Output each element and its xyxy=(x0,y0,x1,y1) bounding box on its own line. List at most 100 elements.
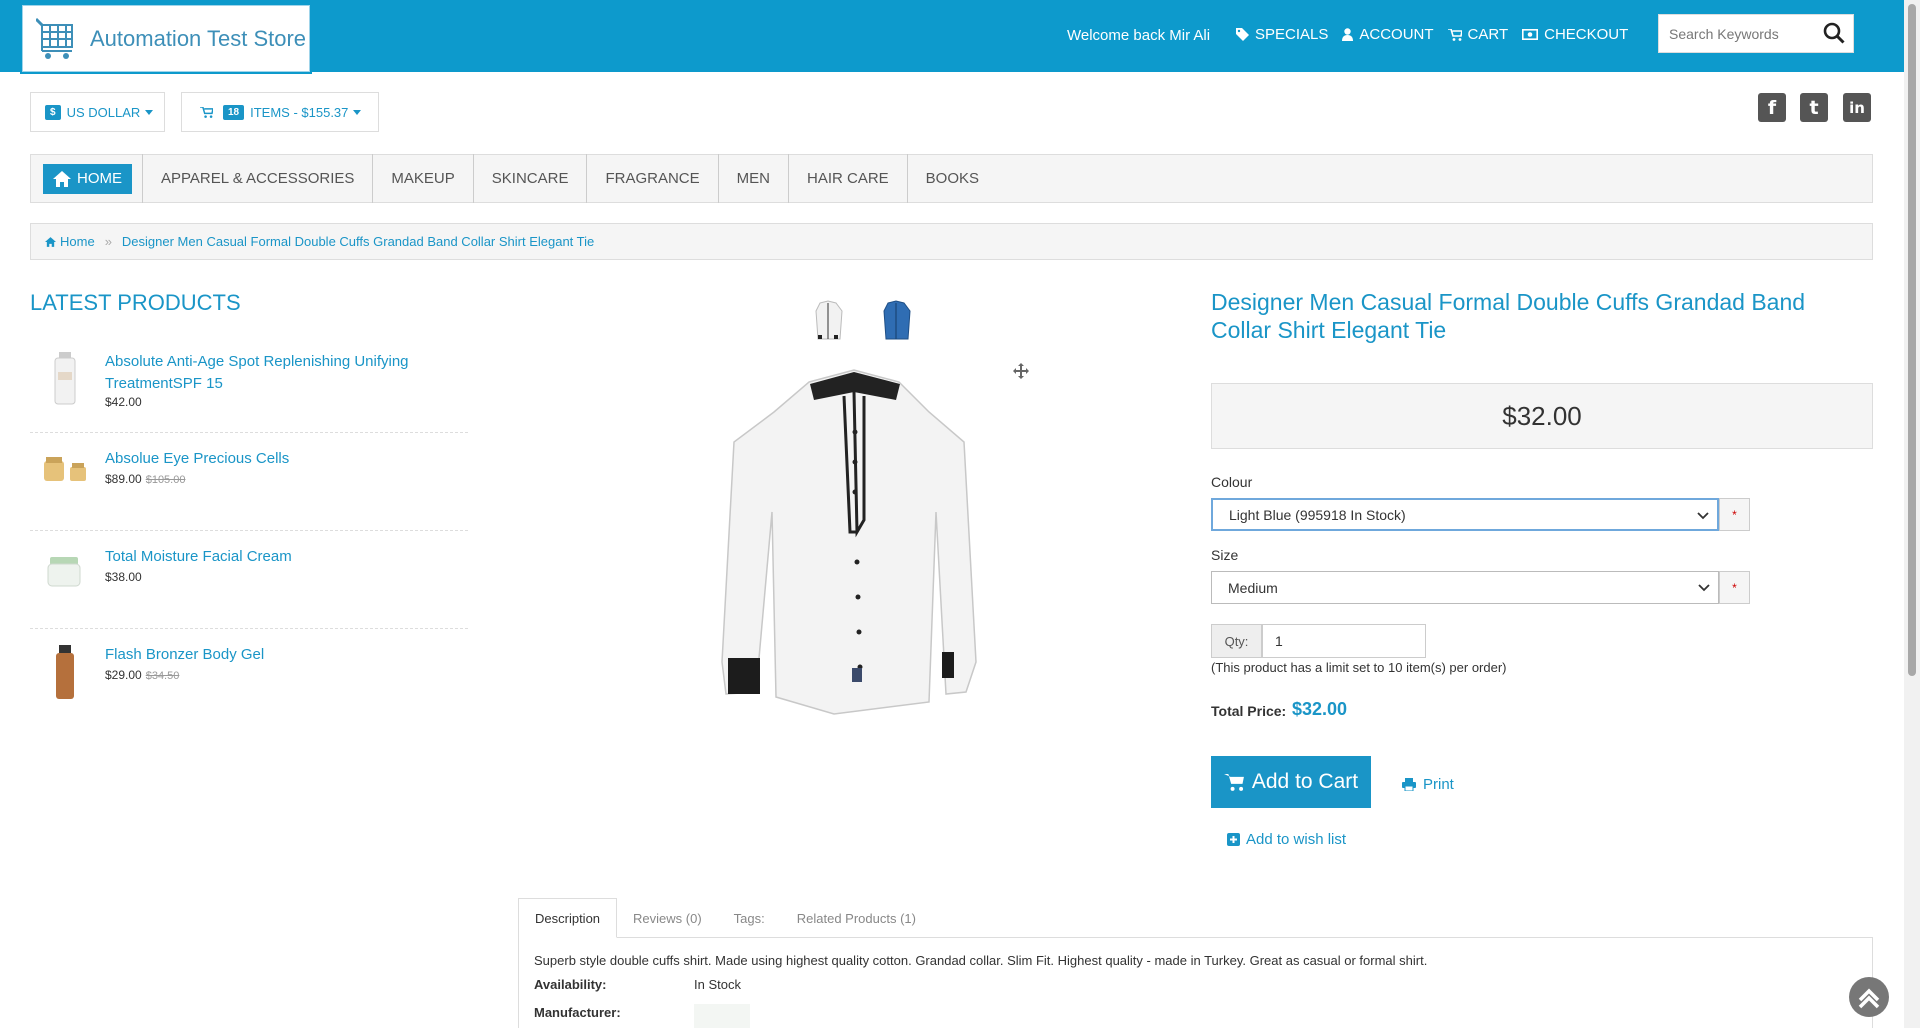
breadcrumb-separator-icon: » xyxy=(104,234,112,249)
category-fragrance[interactable]: FRAGRANCE xyxy=(586,154,717,203)
price-current: $38.00 xyxy=(105,570,142,584)
linkedin-icon[interactable]: in xyxy=(1843,93,1871,122)
user-icon xyxy=(1342,28,1354,41)
cart-icon xyxy=(1223,773,1244,791)
category-men[interactable]: MEN xyxy=(717,154,788,203)
top-header: Automation Test Store Welcome back Mir A… xyxy=(0,0,1904,74)
search-input[interactable] xyxy=(1659,15,1809,52)
nav-specials-label: SPECIALS xyxy=(1255,26,1329,43)
category-makeup[interactable]: MAKEUP xyxy=(372,154,472,203)
product-price: $29.00 $34.50 xyxy=(105,668,179,682)
tag-icon xyxy=(1236,28,1249,41)
welcome-link[interactable]: Welcome back Mir Ali xyxy=(1067,27,1210,44)
product-title: Designer Men Casual Formal Double Cuffs … xyxy=(1211,289,1806,343)
availability-label: Availability: xyxy=(534,977,607,992)
product-price-box: $32.00 xyxy=(1211,383,1873,449)
product-link[interactable]: Flash Bronzer Body Gel xyxy=(105,644,445,666)
category-nav: HOME APPAREL & ACCESSORIES MAKEUP SKINCA… xyxy=(30,154,1873,203)
currency-symbol: $ xyxy=(45,104,61,120)
category-skincare[interactable]: SKINCARE xyxy=(472,154,587,203)
tab-tags[interactable]: Tags: xyxy=(718,898,781,938)
colour-select[interactable]: Light Blue (995918 In Stock) xyxy=(1211,498,1719,531)
product-thumbnail-white[interactable] xyxy=(810,299,846,343)
nav-cart-label: CART xyxy=(1467,26,1509,43)
cart-count-badge: 18 xyxy=(223,104,245,120)
product-thumbnail[interactable] xyxy=(44,645,86,701)
product-link[interactable]: Absolue Eye Precious Cells xyxy=(105,448,445,470)
nav-home-label: HOME xyxy=(77,170,122,187)
plus-square-icon xyxy=(1227,833,1240,846)
chevron-down-icon xyxy=(353,109,362,115)
cart-total-label: ITEMS - $155.37 xyxy=(250,104,349,120)
store-logo[interactable]: Automation Test Store xyxy=(20,3,312,74)
breadcrumb-home[interactable]: Home xyxy=(60,234,95,249)
tab-related-products[interactable]: Related Products (1) xyxy=(781,898,932,938)
product-link[interactable]: Absolute Anti-Age Spot Replenishing Unif… xyxy=(105,351,445,395)
list-item: Absolute Anti-Age Spot Replenishing Unif… xyxy=(30,344,468,433)
print-link[interactable]: Print xyxy=(1402,776,1454,793)
tab-description[interactable]: Description xyxy=(518,898,618,938)
product-price: $38.00 xyxy=(105,570,142,584)
money-icon xyxy=(1522,29,1539,40)
product-price: $32.00 xyxy=(1502,400,1582,431)
twitter-icon[interactable]: t xyxy=(1800,93,1828,122)
nav-specials[interactable]: SPECIALS xyxy=(1236,26,1328,43)
cart-icon xyxy=(1447,28,1462,41)
qty-label: Qty: xyxy=(1211,624,1262,658)
chevron-down-icon xyxy=(1697,512,1709,520)
price-current: $42.00 xyxy=(105,395,142,409)
product-thumbnail[interactable] xyxy=(42,453,92,489)
tab-reviews[interactable]: Reviews (0) xyxy=(617,898,718,938)
price-old: $105.00 xyxy=(145,474,186,486)
product-description: Superb style double cuffs shirt. Made us… xyxy=(534,953,1428,968)
currency-dropdown[interactable]: $ US DOLLAR xyxy=(30,92,165,132)
nav-account[interactable]: ACCOUNT xyxy=(1342,26,1434,43)
print-icon xyxy=(1402,778,1416,791)
product-link[interactable]: Total Moisture Facial Cream xyxy=(105,546,445,568)
qty-input[interactable]: 1 xyxy=(1262,624,1426,658)
list-item: Flash Bronzer Body Gel $29.00 $34.50 xyxy=(30,629,468,713)
price-current: $29.00 xyxy=(105,668,142,682)
print-label: Print xyxy=(1423,776,1454,793)
nav-checkout-label: CHECKOUT xyxy=(1544,26,1629,43)
product-thumbnail[interactable] xyxy=(44,350,86,406)
limit-note: (This product has a limit set to 10 item… xyxy=(1211,660,1507,675)
required-marker: * xyxy=(1719,571,1750,604)
back-to-top-button[interactable] xyxy=(1849,977,1889,1017)
nav-cart[interactable]: CART xyxy=(1447,26,1509,43)
page-scrollbar[interactable] xyxy=(1904,0,1920,1028)
availability-value: In Stock xyxy=(694,977,741,992)
search-box xyxy=(1658,14,1854,53)
product-thumbnail[interactable] xyxy=(44,551,84,591)
category-apparel[interactable]: APPAREL & ACCESSORIES xyxy=(142,154,372,203)
required-marker: * xyxy=(1719,498,1750,531)
manufacturer-logo[interactable] xyxy=(694,1004,750,1028)
currency-label: US DOLLAR xyxy=(66,104,141,120)
wishlist-label: Add to wish list xyxy=(1246,831,1347,848)
product-thumbnail-blue[interactable] xyxy=(878,299,914,343)
product-price: $42.00 xyxy=(105,395,142,409)
size-label: Size xyxy=(1211,547,1239,563)
category-books[interactable]: BOOKS xyxy=(906,154,997,203)
price-old: $34.50 xyxy=(145,670,180,682)
home-icon xyxy=(53,170,71,187)
add-to-wishlist-link[interactable]: Add to wish list xyxy=(1227,831,1346,848)
category-hair-care[interactable]: HAIR CARE xyxy=(787,154,907,203)
total-price-value: $32.00 xyxy=(1292,699,1348,719)
chevron-down-icon xyxy=(1698,584,1710,592)
nav-checkout[interactable]: CHECKOUT xyxy=(1522,26,1628,43)
nav-home[interactable]: HOME xyxy=(43,163,132,194)
latest-products-title: LATEST PRODUCTS xyxy=(30,290,241,315)
top-nav: SPECIALS ACCOUNT CART CHECKOUT xyxy=(1236,26,1642,43)
logo-text: Automation Test Store xyxy=(90,25,307,51)
scrollbar-thumb[interactable] xyxy=(1908,4,1916,676)
cart-dropdown[interactable]: 18 ITEMS - $155.37 xyxy=(181,92,379,132)
facebook-icon[interactable]: f xyxy=(1758,93,1786,122)
chevron-up-icon xyxy=(1858,988,1880,1009)
search-icon[interactable] xyxy=(1823,22,1845,44)
add-to-cart-button[interactable]: Add to Cart xyxy=(1211,756,1371,808)
product-main-image[interactable] xyxy=(714,362,984,726)
breadcrumb-current[interactable]: Designer Men Casual Formal Double Cuffs … xyxy=(122,234,594,249)
cart-icon xyxy=(200,106,213,118)
size-select[interactable]: Medium xyxy=(1211,571,1719,604)
